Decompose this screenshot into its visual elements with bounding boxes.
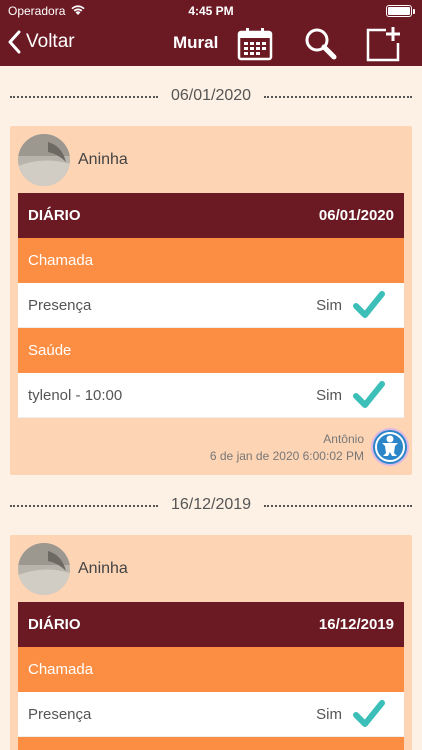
item-value: Sim xyxy=(316,706,342,723)
category-label: Chamada xyxy=(28,661,94,678)
list-item: Presença Sim xyxy=(18,283,404,328)
check-icon xyxy=(353,291,385,318)
post-card[interactable]: Aninha DIÁRIO 06/01/2020 Chamada Presenç… xyxy=(10,126,412,475)
item-value: Sim xyxy=(316,297,342,314)
avatar[interactable] xyxy=(18,134,70,186)
list-item: tylenol - 10:00 Sim xyxy=(18,373,404,418)
diary-date: 06/01/2020 xyxy=(318,207,394,224)
category-label: Chamada xyxy=(28,252,94,269)
date-separator: 16/12/2019 xyxy=(0,475,422,535)
post-footer: Antônio 6 de jan de 2020 6:00:02 PM xyxy=(10,418,412,475)
check-icon xyxy=(353,381,385,408)
baby-icon[interactable] xyxy=(370,427,410,467)
user-name: Aninha xyxy=(78,560,128,577)
diary-date: 16/12/2019 xyxy=(318,616,394,633)
avatar[interactable] xyxy=(18,543,70,595)
item-value: Sim xyxy=(316,387,342,404)
author-name: Antônio xyxy=(323,432,364,446)
user-name: Aninha xyxy=(78,151,128,168)
item-name: Presença xyxy=(28,706,92,723)
diary-label: DIÁRIO xyxy=(28,616,81,633)
diary-header: DIÁRIO 06/01/2020 xyxy=(18,193,404,238)
category-row: Chamada xyxy=(18,647,404,692)
category-row: Saúde xyxy=(18,328,404,373)
search-icon[interactable] xyxy=(302,26,338,62)
status-time: 4:45 PM xyxy=(188,4,234,18)
list-item: Presença Sim xyxy=(18,692,404,737)
post-timestamp: 6 de jan de 2020 6:00:02 PM xyxy=(209,449,364,463)
calendar-icon[interactable] xyxy=(237,26,273,62)
check-icon xyxy=(353,700,385,727)
item-name: tylenol - 10:00 xyxy=(28,387,123,404)
category-row: Chamada xyxy=(18,238,404,283)
category-label: Saúde xyxy=(28,342,72,359)
battery-icon xyxy=(386,5,415,17)
category-row xyxy=(18,737,404,750)
post-card[interactable]: Aninha DIÁRIO 16/12/2019 Chamada Presenç… xyxy=(10,535,412,750)
feed: 06/01/2020 Aninha DIÁRIO 06/01/2020 Cham… xyxy=(0,66,422,750)
back-label: Voltar xyxy=(26,31,75,52)
diary-label: DIÁRIO xyxy=(28,207,81,224)
nav-bar: Voltar Mural xyxy=(0,22,422,66)
diary-header: DIÁRIO 16/12/2019 xyxy=(18,602,404,647)
new-post-icon[interactable] xyxy=(365,26,401,62)
back-button[interactable]: Voltar xyxy=(8,30,75,54)
status-bar: Operadora 4:45 PM xyxy=(0,0,422,22)
page-title: Mural xyxy=(173,33,219,52)
item-name: Presença xyxy=(28,297,92,314)
date-separator: 06/01/2020 xyxy=(0,66,422,126)
chevron-left-icon xyxy=(8,30,21,54)
